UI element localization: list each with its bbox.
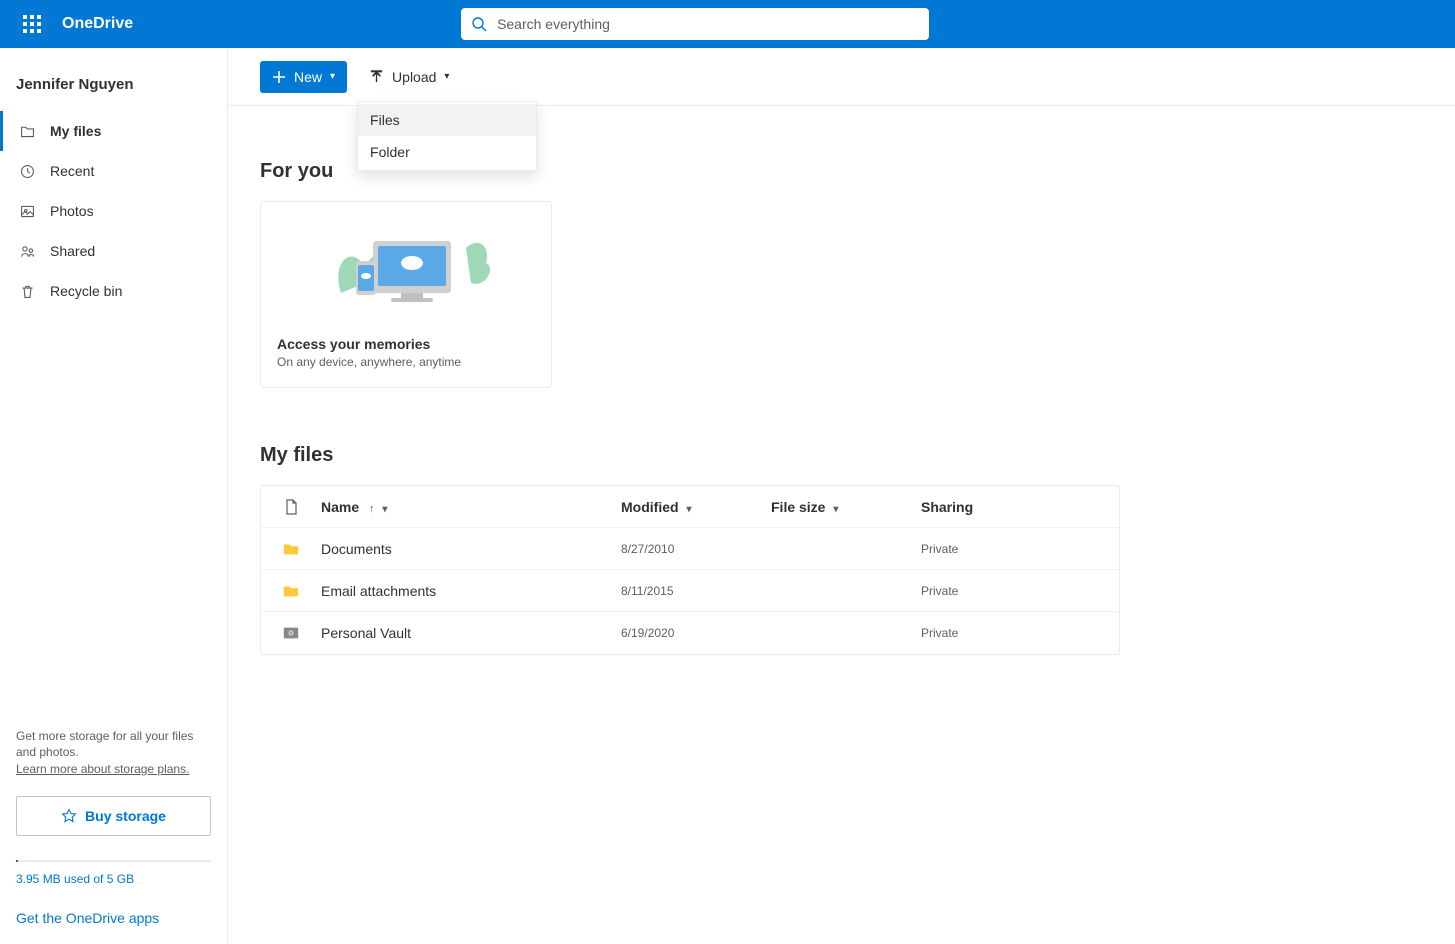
files-table: Name ↑ ▾ Modified ▾ File size ▾ Sharing	[260, 485, 1120, 655]
premium-icon	[61, 808, 77, 824]
file-sharing: Private	[921, 584, 1121, 598]
app-name: OneDrive	[62, 15, 133, 33]
shared-icon	[18, 242, 36, 260]
upload-menu-folder[interactable]: Folder	[358, 136, 536, 168]
file-name: Documents	[321, 541, 621, 557]
storage-used-text: 3.95 MB used of 5 GB	[16, 872, 211, 886]
file-modified: 8/27/2010	[621, 542, 771, 556]
upload-menu-files[interactable]: Files	[358, 104, 536, 136]
upload-button[interactable]: Upload ▾	[357, 61, 461, 93]
upload-label: Upload	[392, 69, 436, 85]
app-launcher-button[interactable]	[8, 0, 56, 48]
buy-storage-button[interactable]: Buy storage	[16, 796, 211, 836]
sidebar-item-label: Shared	[50, 243, 95, 259]
search-icon	[471, 16, 487, 32]
table-row[interactable]: Personal Vault 6/19/2020 Private	[261, 612, 1119, 654]
sidebar-item-label: My files	[50, 123, 101, 139]
memories-card-subtitle: On any device, anywhere, anytime	[277, 355, 535, 369]
sidebar-item-my-files[interactable]: My files	[0, 111, 227, 151]
storage-blurb: Get more storage for all your files and …	[16, 728, 211, 760]
waffle-icon	[23, 15, 41, 33]
chevron-down-icon: ▾	[833, 504, 838, 515]
chevron-down-icon: ▾	[686, 504, 691, 515]
chevron-down-icon: ▾	[330, 71, 335, 82]
sidebar-item-recent[interactable]: Recent	[0, 151, 227, 191]
recycle-icon	[18, 282, 36, 300]
user-name: Jennifer Nguyen	[0, 52, 227, 111]
upload-menu: Files Folder	[357, 101, 537, 171]
recent-icon	[18, 162, 36, 180]
col-sharing-header[interactable]: Sharing	[921, 499, 1121, 515]
sidebar-item-shared[interactable]: Shared	[0, 231, 227, 271]
memories-illustration	[261, 202, 551, 324]
new-button[interactable]: New ▾	[260, 61, 347, 93]
file-modified: 6/19/2020	[621, 626, 771, 640]
storage-plans-link[interactable]: Learn more about storage plans.	[16, 762, 189, 776]
new-label: New	[294, 69, 322, 85]
photo-icon	[18, 202, 36, 220]
file-sharing: Private	[921, 626, 1121, 640]
upload-icon	[369, 69, 384, 84]
col-size-header[interactable]: File size ▾	[771, 499, 921, 515]
col-name-header[interactable]: Name ↑ ▾	[321, 499, 621, 515]
search-input[interactable]	[461, 8, 929, 40]
file-name: Personal Vault	[321, 625, 621, 641]
chevron-down-icon: ▾	[444, 71, 449, 82]
folder-icon	[261, 540, 321, 558]
plus-icon	[272, 70, 286, 84]
file-sharing: Private	[921, 542, 1121, 556]
sidebar-item-label: Recycle bin	[50, 283, 122, 299]
file-name: Email attachments	[321, 583, 621, 599]
buy-storage-label: Buy storage	[85, 808, 166, 824]
file-type-column-icon	[261, 499, 321, 515]
memories-card[interactable]: Access your memories On any device, anyw…	[260, 201, 552, 388]
folder-icon	[18, 122, 36, 140]
vault-icon	[261, 624, 321, 642]
get-apps-link[interactable]: Get the OneDrive apps	[16, 910, 211, 926]
sort-asc-icon: ↑	[369, 503, 375, 515]
storage-progress	[16, 860, 211, 862]
file-modified: 8/11/2015	[621, 584, 771, 598]
memories-card-title: Access your memories	[277, 336, 535, 352]
col-modified-header[interactable]: Modified ▾	[621, 499, 771, 515]
my-files-heading: My files	[260, 444, 1423, 467]
chevron-down-icon: ▾	[382, 504, 387, 515]
sidebar-item-photos[interactable]: Photos	[0, 191, 227, 231]
table-row[interactable]: Documents 8/27/2010 Private	[261, 528, 1119, 570]
folder-icon	[261, 582, 321, 600]
sidebar-item-label: Photos	[50, 203, 94, 219]
sidebar-item-label: Recent	[50, 163, 94, 179]
table-row[interactable]: Email attachments 8/11/2015 Private	[261, 570, 1119, 612]
sidebar-item-recycle-bin[interactable]: Recycle bin	[0, 271, 227, 311]
